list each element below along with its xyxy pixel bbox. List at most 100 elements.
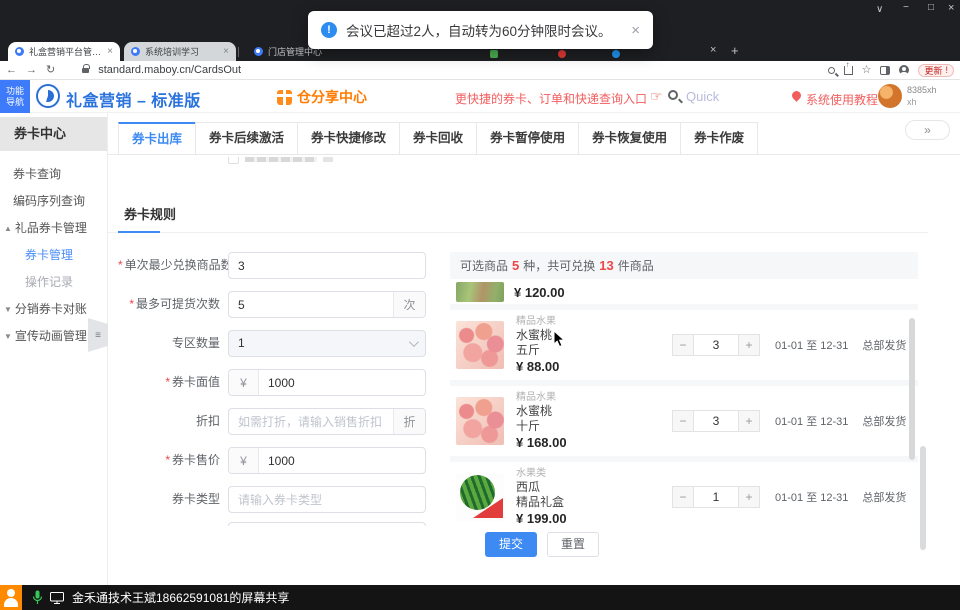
chevron-up-icon: ▲ bbox=[4, 224, 12, 233]
summary-infix: 种，共可兑换 bbox=[523, 257, 595, 274]
hidden-tab-favicon-icon[interactable] bbox=[612, 50, 620, 58]
window-close-icon[interactable]: × bbox=[948, 2, 954, 14]
toast-message: 会议已超过2人，自动转为60分钟限时会议。 bbox=[346, 20, 612, 40]
bookmark-star-icon[interactable]: ☆ bbox=[862, 65, 872, 76]
tab-card-void[interactable]: 券卡作废 bbox=[680, 122, 758, 155]
page-scrollbar[interactable] bbox=[920, 446, 926, 550]
sidebar-group-gift-card-mgmt[interactable]: ▲礼品券卡管理 bbox=[0, 215, 107, 242]
forward-icon[interactable]: → bbox=[26, 65, 37, 76]
plus-button[interactable]: + bbox=[738, 334, 760, 356]
url-text[interactable]: standard.maboy.cn/CardsOut bbox=[98, 64, 241, 76]
tab-favicon-icon bbox=[131, 47, 140, 56]
back-icon[interactable]: ← bbox=[6, 65, 17, 76]
tab-follow-up-activation[interactable]: 券卡后续激活 bbox=[195, 122, 298, 155]
quick-search-icon[interactable] bbox=[668, 90, 678, 100]
products-scrollbar[interactable] bbox=[909, 318, 915, 460]
form-row: *券卡面值 ¥ bbox=[118, 369, 426, 396]
tab-card-recycle[interactable]: 券卡回收 bbox=[399, 122, 477, 155]
window-menu-icon[interactable]: ∨ bbox=[876, 4, 883, 15]
form-row: 专区数量 1 bbox=[118, 330, 426, 357]
product-name: 水蜜桃 bbox=[516, 328, 664, 343]
tab-favicon-icon bbox=[254, 47, 263, 56]
product-category: 水果类 bbox=[516, 467, 664, 480]
plus-button[interactable]: + bbox=[738, 410, 760, 432]
new-tab-button[interactable]: + bbox=[731, 43, 739, 58]
quantity-input[interactable] bbox=[694, 410, 738, 432]
expand-button[interactable]: » bbox=[905, 120, 950, 140]
required-mark: * bbox=[165, 375, 170, 389]
field-label: *券卡售价 bbox=[118, 447, 228, 474]
product-row[interactable]: 精品水果 水蜜桃 十斤 ¥ 168.00 − + 01-01 至 12-31 总… bbox=[450, 386, 918, 456]
required-mark: * bbox=[129, 297, 134, 311]
hidden-tab-favicon-icon[interactable] bbox=[558, 50, 566, 58]
product-row-partial[interactable]: ¥ 120.00 bbox=[450, 279, 918, 304]
lock-icon[interactable] bbox=[82, 68, 89, 73]
browser-tab[interactable]: 系统培训学习 × bbox=[124, 42, 236, 61]
tab-quick-modify[interactable]: 券卡快捷修改 bbox=[297, 122, 400, 155]
delivery-source: 总部发货 bbox=[862, 337, 906, 353]
sidebar-item-card-query[interactable]: 券卡查询 bbox=[0, 161, 107, 188]
reset-button[interactable]: 重置 bbox=[547, 532, 599, 557]
card-type-input[interactable] bbox=[229, 487, 425, 512]
quantity-input[interactable] bbox=[694, 334, 738, 356]
side-panel-icon[interactable] bbox=[880, 66, 890, 75]
product-category: 精品水果 bbox=[516, 315, 664, 328]
toast-close-icon[interactable]: × bbox=[631, 22, 640, 39]
tab-suspend-use[interactable]: 券卡暂停使用 bbox=[476, 122, 579, 155]
plus-button[interactable]: + bbox=[738, 486, 760, 508]
tab-title: 礼盒营销平台管理中心 bbox=[29, 45, 102, 58]
tutorial-link[interactable]: 系统使用教程 bbox=[806, 91, 878, 108]
card-sale-price-field: ¥ bbox=[228, 447, 426, 474]
card-type-field bbox=[228, 486, 426, 513]
screen-share-bar: 金禾通技术王斌18662591081的屏幕共享 bbox=[0, 585, 960, 610]
currency-prefix: ¥ bbox=[229, 448, 259, 473]
sidebar-item-operation-log[interactable]: 操作记录 bbox=[0, 269, 107, 296]
quantity-stepper: − + bbox=[672, 334, 760, 356]
card-sale-price-input[interactable] bbox=[259, 448, 425, 473]
tab-separator bbox=[238, 47, 239, 57]
cutoff-text-fragment bbox=[323, 157, 333, 162]
sidebar-item-card-management[interactable]: 券卡管理 bbox=[0, 242, 107, 269]
window-maximize-icon[interactable]: □ bbox=[928, 2, 934, 13]
zone-count-select[interactable]: 1 bbox=[228, 330, 426, 357]
field-label: *最多可提货次数 bbox=[118, 291, 228, 318]
cutoff-checkbox-row bbox=[228, 157, 333, 166]
product-row[interactable]: 水果类 西瓜 精品礼盒 ¥ 199.00 − + 01-01 至 12-31 总… bbox=[450, 462, 918, 525]
browser-tab-active[interactable]: 礼盒营销平台管理中心 × bbox=[8, 42, 120, 61]
hidden-tab-favicon-icon[interactable] bbox=[490, 50, 498, 58]
product-row[interactable]: 精品水果 水蜜桃 五斤 ¥ 88.00 − + 01-01 至 12-31 总部… bbox=[450, 310, 918, 380]
minus-button[interactable]: − bbox=[672, 410, 694, 432]
function-nav-toggle[interactable]: 功能 导航 bbox=[0, 80, 30, 113]
quick-search-label[interactable]: Quick bbox=[686, 89, 719, 104]
submit-button[interactable]: 提交 bbox=[485, 532, 537, 557]
zoom-icon[interactable] bbox=[828, 67, 835, 74]
checkbox[interactable] bbox=[228, 157, 239, 164]
discount-input[interactable] bbox=[229, 409, 393, 434]
sidebar-group-label: 礼品券卡管理 bbox=[15, 221, 87, 235]
quantity-input[interactable] bbox=[694, 486, 738, 508]
window-minimize-icon[interactable]: − bbox=[903, 2, 909, 13]
tab-close-icon[interactable]: × bbox=[223, 46, 229, 57]
minus-button[interactable]: − bbox=[672, 334, 694, 356]
product-price: ¥ 168.00 bbox=[516, 435, 664, 451]
share-icon[interactable] bbox=[844, 66, 853, 75]
user-avatar[interactable] bbox=[878, 84, 902, 108]
reload-icon[interactable]: ↻ bbox=[46, 65, 55, 76]
browser-update-button[interactable]: 更新 ! bbox=[918, 64, 954, 77]
tab-favicon-icon bbox=[15, 47, 24, 56]
profile-icon[interactable] bbox=[899, 65, 909, 75]
menu-icon: ≡ bbox=[95, 330, 101, 341]
select-value: 1 bbox=[229, 331, 425, 356]
min-exchange-count-input[interactable] bbox=[229, 253, 425, 278]
minus-button[interactable]: − bbox=[672, 486, 694, 508]
share-center-link[interactable]: 仓分享中心 bbox=[277, 87, 367, 107]
tab-cards-out[interactable]: 券卡出库 bbox=[118, 122, 196, 155]
tab-resume-use[interactable]: 券卡恢复使用 bbox=[578, 122, 681, 155]
sidebar-item-code-sequence-query[interactable]: 编码序列查询 bbox=[0, 188, 107, 215]
tab-close-icon[interactable]: × bbox=[107, 46, 113, 57]
hidden-tab-close-icon[interactable]: × bbox=[710, 44, 716, 56]
field-label: *券卡面值 bbox=[118, 369, 228, 396]
card-face-value-field: ¥ bbox=[228, 369, 426, 396]
card-face-value-input[interactable] bbox=[259, 370, 425, 395]
max-pickup-times-input[interactable] bbox=[229, 292, 393, 317]
